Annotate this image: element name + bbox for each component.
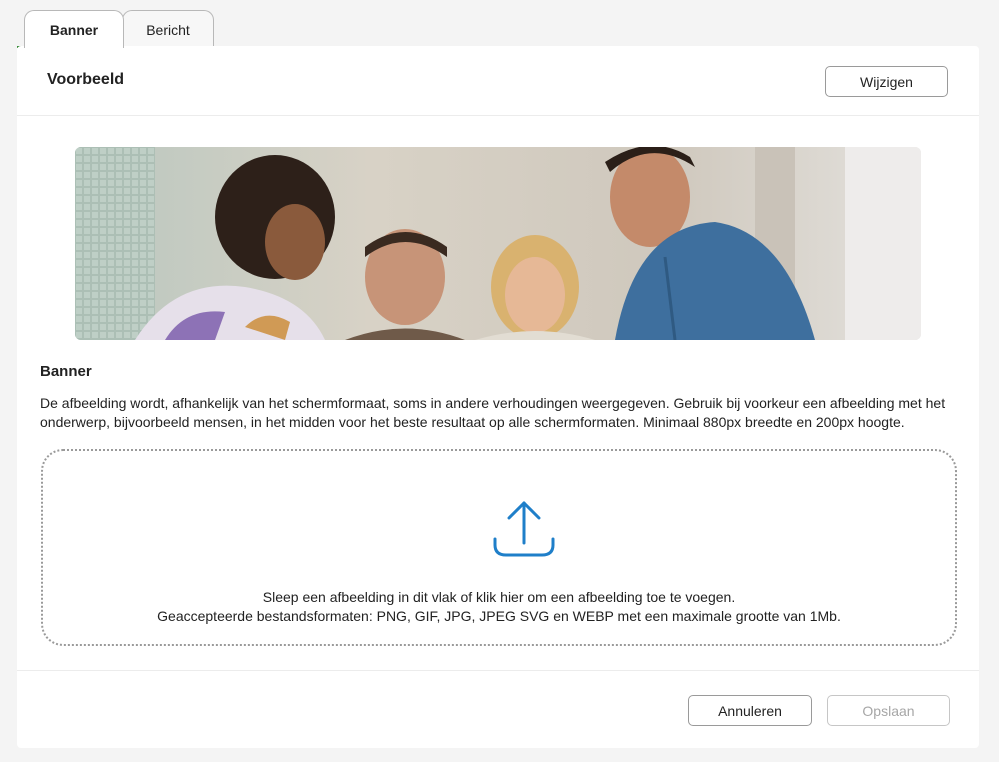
card-footer: Annuleren Opslaan: [17, 670, 979, 748]
edit-button[interactable]: Wijzigen: [825, 66, 948, 97]
banner-preview-image: [75, 147, 921, 340]
tab-bericht[interactable]: Bericht: [122, 10, 214, 48]
dropzone-formats: Geaccepteerde bestandsformaten: PNG, GIF…: [157, 608, 841, 624]
preview-header: Voorbeeld Wijzigen: [17, 46, 979, 116]
upload-icon: [493, 501, 555, 557]
preview-title: Voorbeeld: [47, 71, 125, 88]
tab-bar: Banner Bericht: [17, 10, 220, 48]
image-dropzone[interactable]: Sleep een afbeelding in dit vlak of klik…: [41, 449, 957, 646]
tab-banner[interactable]: Banner: [24, 10, 124, 48]
cancel-button[interactable]: Annuleren: [688, 695, 812, 726]
editor-card: Voorbeeld Wijzigen Banner De afbeelding …: [17, 46, 979, 748]
banner-description: De afbeelding wordt, afhankelijk van het…: [40, 395, 946, 430]
dropzone-instruction: Sleep een afbeelding in dit vlak of klik…: [262, 589, 736, 605]
save-button[interactable]: Opslaan: [827, 695, 950, 726]
banner-section-title: Banner: [40, 363, 92, 380]
